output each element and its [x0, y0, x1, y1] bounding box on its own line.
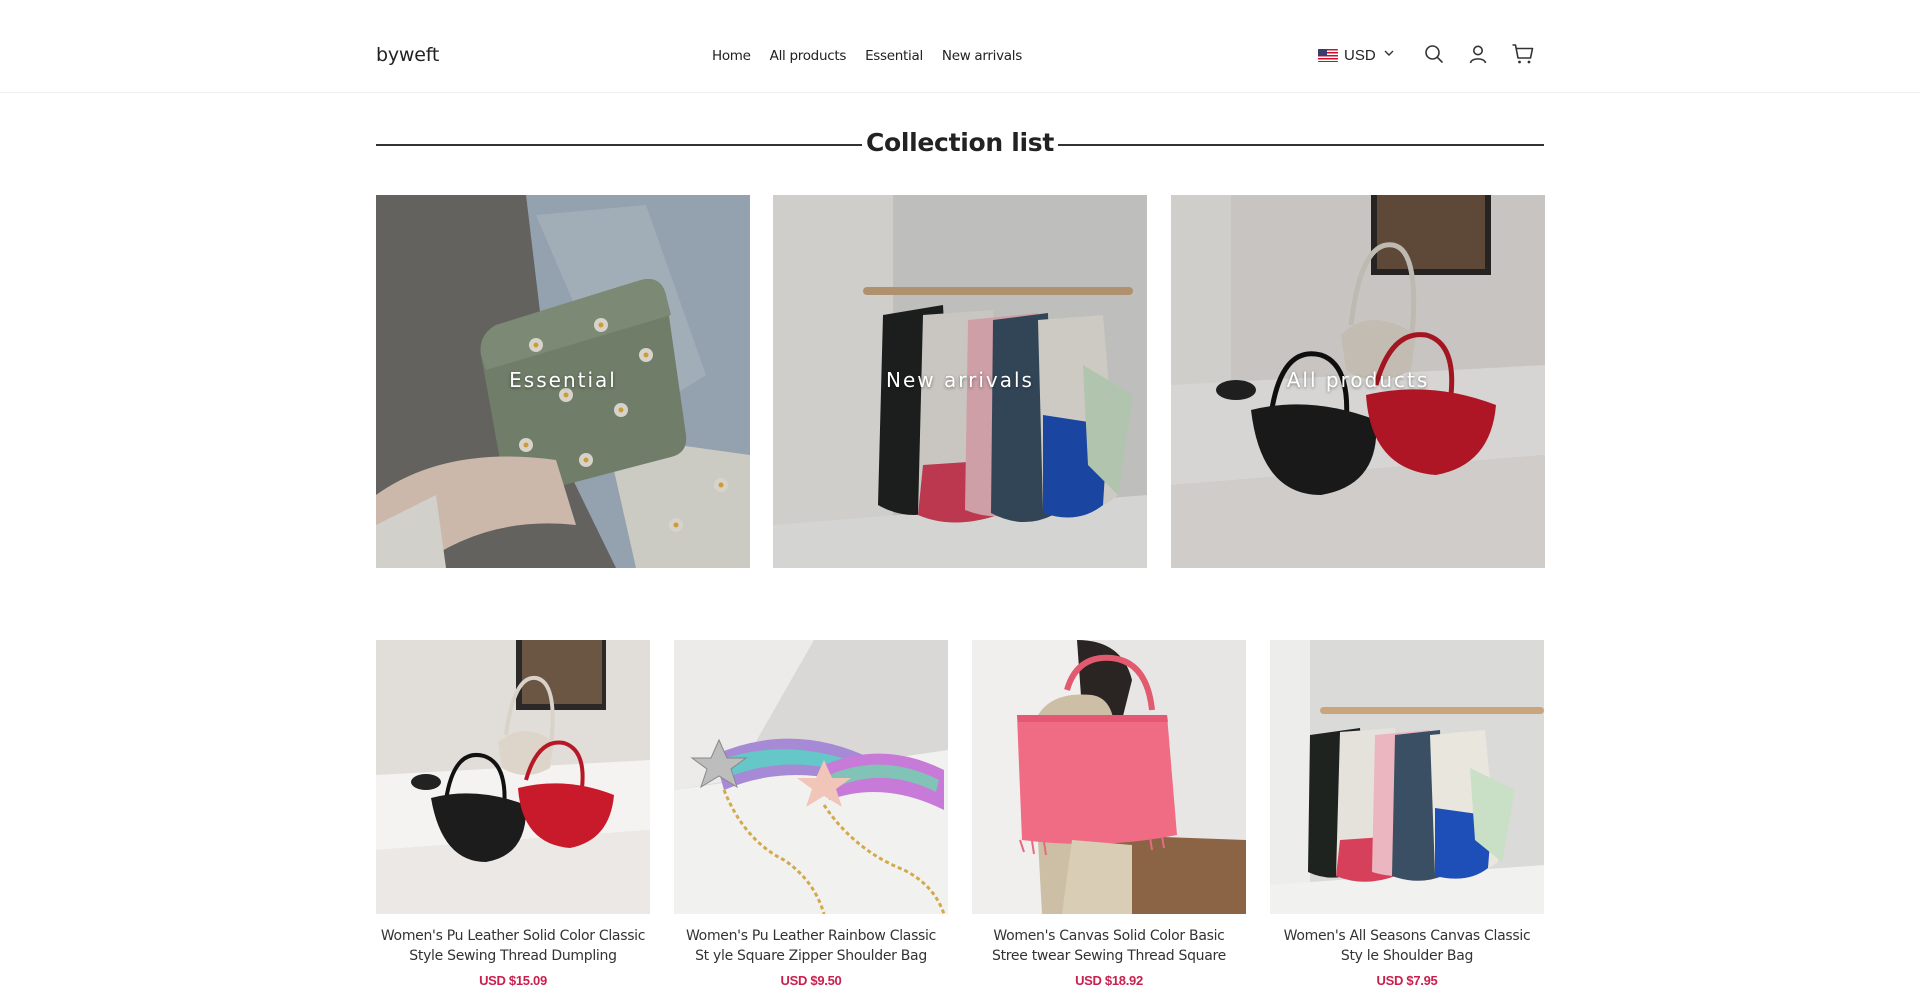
nav-home[interactable]: Home — [712, 48, 751, 64]
product-image — [674, 640, 948, 914]
tile-label-all-products: All products — [1286, 368, 1430, 392]
section-title: Collection list — [865, 128, 1055, 157]
product-title: Women's Pu Leather Solid Color Classic S… — [380, 928, 646, 964]
product-card[interactable]: Women's Pu Leather Solid Color Classic S… — [376, 640, 650, 988]
collection-list-heading: Collection list — [376, 126, 1544, 164]
product-image — [972, 640, 1246, 914]
site-header: byweft Home All products Essential New a… — [0, 0, 1920, 93]
product-title: Women's All Seasons Canvas Classic Sty l… — [1283, 928, 1531, 964]
product-title: Women's Canvas Solid Color Basic Stree t… — [992, 928, 1226, 964]
currency-selector[interactable]: USD — [1318, 46, 1395, 64]
product-image — [376, 640, 650, 914]
account-icon[interactable] — [1467, 43, 1489, 65]
tile-label-new-arrivals: New arrivals — [886, 368, 1034, 392]
us-flag-icon — [1318, 48, 1338, 62]
search-icon[interactable] — [1423, 43, 1445, 65]
cart-icon[interactable] — [1511, 43, 1534, 65]
store-logo[interactable]: byweft — [376, 44, 439, 66]
product-price: USD $7.95 — [1376, 973, 1438, 988]
product-price: USD $15.09 — [479, 973, 547, 988]
tile-label-essential: Essential — [509, 368, 617, 392]
nav-all-products[interactable]: All products — [770, 48, 847, 64]
collection-tile-all-products[interactable]: All products — [1171, 195, 1545, 568]
collection-tile-essential[interactable]: Essential — [376, 195, 750, 568]
nav-new-arrivals[interactable]: New arrivals — [942, 48, 1022, 64]
product-image — [1270, 640, 1544, 914]
product-price: USD $9.50 — [780, 973, 842, 988]
main-nav: Home All products Essential New arrivals — [712, 48, 1022, 64]
product-card[interactable]: Women's All Seasons Canvas Classic Sty l… — [1270, 640, 1544, 988]
product-card[interactable]: Women's Pu Leather Rainbow Classic St yl… — [674, 640, 948, 988]
currency-label: USD — [1344, 46, 1376, 64]
product-card[interactable]: Women's Canvas Solid Color Basic Stree t… — [972, 640, 1246, 988]
heading-rule-right — [1058, 144, 1544, 146]
nav-essential[interactable]: Essential — [865, 48, 923, 64]
product-price: USD $18.92 — [1075, 973, 1143, 988]
product-title: Women's Pu Leather Rainbow Classic St yl… — [685, 928, 937, 964]
collection-tile-new-arrivals[interactable]: New arrivals — [773, 195, 1147, 568]
chevron-down-icon — [1383, 46, 1395, 64]
